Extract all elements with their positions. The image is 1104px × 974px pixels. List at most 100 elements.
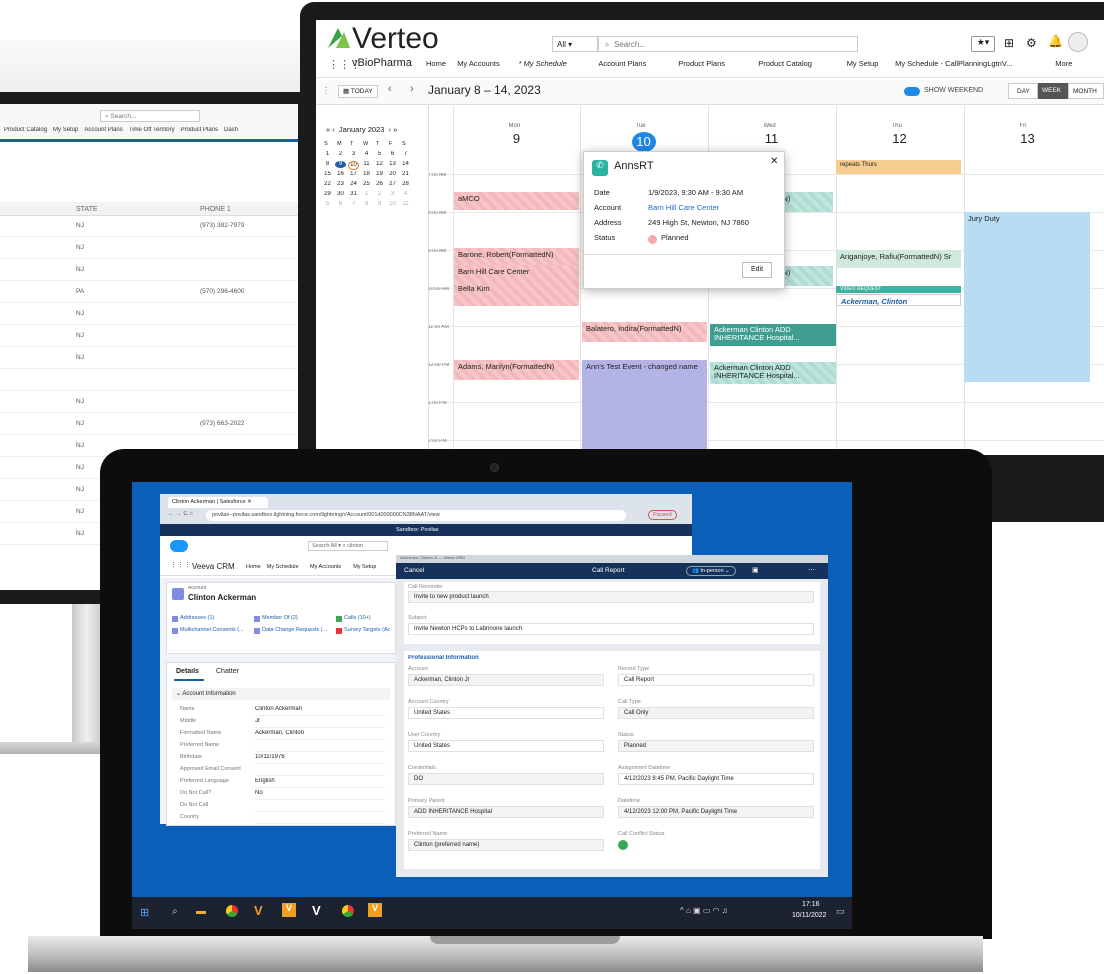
cr-field-value[interactable]: DO xyxy=(408,773,604,785)
chrome-active-icon[interactable] xyxy=(342,905,354,917)
mini-cal-day[interactable]: 2 xyxy=(335,151,346,158)
mini-cal-day[interactable]: 27 xyxy=(387,181,398,188)
mini-cal-day[interactable]: 5 xyxy=(322,201,333,208)
event-barn[interactable]: Barn Hill Care Center xyxy=(454,265,579,283)
url-bar[interactable]: povilas--povilas.sandbox.lightning.force… xyxy=(206,510,626,521)
event-anns[interactable]: Ann's Test Event - changed name xyxy=(582,360,707,455)
sf-nav-item[interactable]: My Accounts xyxy=(310,564,341,570)
event-ack1[interactable]: Ackerman Clinton ADD INHERITANCE Hospita… xyxy=(710,324,836,346)
mini-cal-day[interactable]: 29 xyxy=(322,191,333,198)
cr-field-value[interactable]: Call Report xyxy=(618,674,814,686)
sf-nav-item[interactable]: My Setup xyxy=(353,564,376,570)
day-number[interactable]: 9 xyxy=(505,132,529,147)
cr-field-value[interactable]: Call Only xyxy=(618,707,814,719)
left-nav-item[interactable]: Time Off Territory xyxy=(129,127,175,133)
more-icon[interactable]: ⋯ xyxy=(808,566,815,574)
left-nav-item[interactable]: Account Plans xyxy=(84,127,122,133)
left-search-input[interactable]: ⌕ Search... xyxy=(100,110,200,122)
menu-dots-icon[interactable]: ⋮ xyxy=(322,86,330,95)
chrome-icon[interactable] xyxy=(226,905,238,917)
mini-cal-day[interactable]: 6 xyxy=(387,151,398,158)
sf-nav-item[interactable]: Home xyxy=(246,564,261,570)
event-balatero[interactable]: Balatero, Indira(FormattedN) xyxy=(582,322,707,342)
mini-cal-day[interactable]: 1 xyxy=(322,151,333,158)
mini-cal-day[interactable]: 16 xyxy=(335,171,346,178)
event-ackc[interactable]: Ackerman, Clinton xyxy=(836,294,961,306)
mini-cal-day[interactable]: 7 xyxy=(400,151,411,158)
nav-item[interactable]: My Setup xyxy=(847,60,879,69)
cr-field-value[interactable]: 4/12/2023 8:45 PM, Pacific Daylight Time xyxy=(618,773,814,785)
mini-cal-day[interactable]: 20 xyxy=(387,171,398,178)
mini-cal-day[interactable]: 22 xyxy=(322,181,333,188)
paused-button[interactable]: Paused xyxy=(648,510,677,521)
system-tray-icons[interactable]: ^ ⌂ ▣ ▭ ◠ ♫ xyxy=(680,906,728,915)
next-week-button[interactable]: › xyxy=(410,83,414,95)
mini-cal-day[interactable]: 21 xyxy=(400,171,411,178)
section-account-info[interactable]: ⌄ Account Information xyxy=(172,688,390,700)
event-adams[interactable]: Adams, Marilyn(FormattedN) xyxy=(454,360,579,380)
mini-cal-day[interactable]: 26 xyxy=(374,181,385,188)
related-link[interactable]: Multichannel Consents (... xyxy=(180,627,250,633)
mini-cal-day[interactable]: 6 xyxy=(335,201,346,208)
cr-field-value[interactable]: 4/12/2023 12:00 PM, Pacific Daylight Tim… xyxy=(618,806,814,818)
mini-cal-day[interactable]: 30 xyxy=(335,191,346,198)
notifications-icon[interactable]: ▭ xyxy=(836,906,845,917)
mini-cal-day[interactable]: 7 xyxy=(348,201,359,208)
mini-cal-day[interactable]: 17 xyxy=(348,171,359,178)
left-nav[interactable]: Product Catalog My Setup Account Plans Time… xyxy=(4,127,244,134)
mini-cal-day[interactable]: 3 xyxy=(387,191,398,198)
left-nav-item[interactable]: Product Plans xyxy=(181,127,218,133)
mini-cal-day[interactable]: 1 xyxy=(361,191,372,198)
mini-cal-day[interactable]: 24 xyxy=(348,181,359,188)
event-arig[interactable]: Ariganjoye, Rafiu(FormattedN) Sr xyxy=(836,250,961,268)
mini-cal-day[interactable]: 5 xyxy=(374,151,385,158)
day-number[interactable]: 11 xyxy=(760,132,784,147)
tab-chatter[interactable]: Chatter xyxy=(216,668,239,676)
mini-cal-day[interactable]: 15 xyxy=(322,171,333,178)
nav-item[interactable]: My Accounts xyxy=(457,60,500,69)
mini-cal-day[interactable]: 14 xyxy=(400,161,411,168)
nav-item[interactable]: Home xyxy=(426,60,446,69)
save-icon[interactable]: ▣ xyxy=(752,566,759,574)
sf-search-input[interactable]: Search All ▾ ⌕ clinton xyxy=(308,541,388,551)
mini-cal-day[interactable]: 31 xyxy=(348,191,359,198)
tab-details[interactable]: Details xyxy=(176,668,199,676)
mini-cal-day[interactable]: 25 xyxy=(361,181,372,188)
search-scope-select[interactable]: All ▾ xyxy=(552,36,598,52)
mini-cal-day[interactable]: 4 xyxy=(361,151,372,158)
nav-item[interactable]: Product Plans xyxy=(678,60,725,69)
nav-item[interactable]: Product Catalog xyxy=(758,60,812,69)
veeva-app-icon[interactable]: V xyxy=(282,903,296,917)
mini-cal-day[interactable]: 2 xyxy=(374,191,385,198)
global-search-input[interactable]: ⌕ Search... xyxy=(598,36,858,52)
mini-cal-day[interactable]: 10 xyxy=(348,161,359,170)
avatar[interactable] xyxy=(1068,32,1088,52)
event-barone[interactable]: Barone, Robert(FormattedN) xyxy=(454,248,579,266)
mini-cal-day[interactable]: 11 xyxy=(361,161,372,168)
event-ack2[interactable]: Ackerman Clinton ADD INHERITANCE Hospita… xyxy=(710,362,836,384)
veeva-icon[interactable]: V xyxy=(254,903,263,918)
mini-cal-day[interactable]: 18 xyxy=(361,171,372,178)
nav-item[interactable]: More xyxy=(1055,60,1072,69)
view-week-button[interactable]: WEEK xyxy=(1038,83,1068,99)
mini-cal-day[interactable]: 19 xyxy=(374,171,385,178)
cr-field-value[interactable]: United States xyxy=(408,740,604,752)
mini-cal-day[interactable]: 9 xyxy=(374,201,385,208)
popup-edit-button[interactable]: Edit xyxy=(742,262,773,279)
nav-item[interactable]: * My Schedule xyxy=(519,60,567,69)
prev-week-button[interactable]: ‹ xyxy=(388,83,392,95)
event-jury[interactable]: Jury Duty xyxy=(964,212,1090,382)
event-bella[interactable]: Bella Kim xyxy=(454,282,579,306)
vault-icon[interactable]: V xyxy=(312,903,321,918)
related-link[interactable]: Addresses (1) xyxy=(180,615,250,621)
related-link[interactable]: Data Change Requests (... xyxy=(262,627,332,633)
start-icon[interactable]: ⊞ xyxy=(140,906,149,919)
app-launcher-icon[interactable]: ⋮⋮⋮ xyxy=(170,562,191,570)
mini-cal-day[interactable]: 8 xyxy=(322,161,333,168)
subject-field[interactable]: Invite Newton HCPs to Labrinone launch xyxy=(408,623,814,635)
mini-cal-day[interactable]: 3 xyxy=(348,151,359,158)
day-number[interactable]: 12 xyxy=(888,132,912,147)
cancel-button[interactable]: Cancel xyxy=(404,567,424,574)
mini-cal-day[interactable]: 23 xyxy=(335,181,346,188)
veeva-crm-icon[interactable]: V xyxy=(368,903,382,917)
